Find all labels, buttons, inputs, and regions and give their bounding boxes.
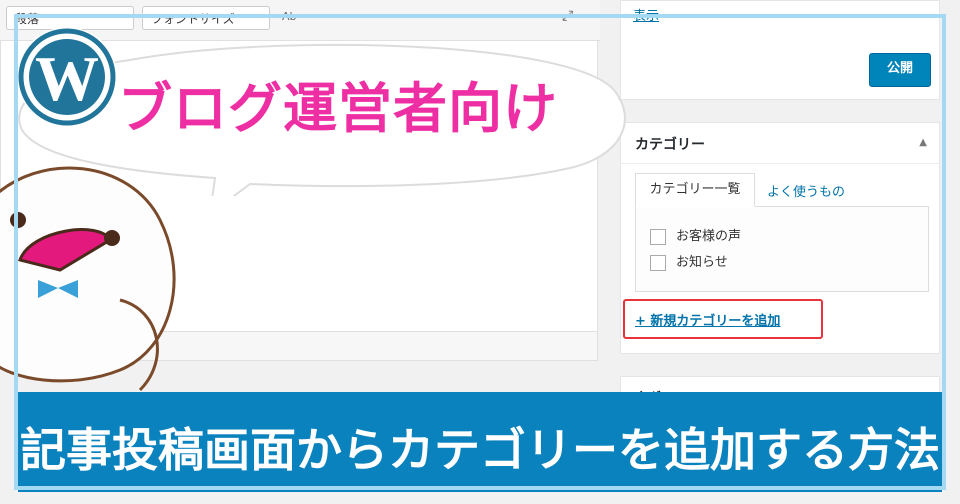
add-category-highlight: + 新規カテゴリーを追加 bbox=[623, 299, 823, 339]
categories-header[interactable]: カテゴリー ▲ bbox=[621, 123, 939, 164]
wordpress-logo-icon: W bbox=[17, 27, 117, 127]
title-banner: 記事投稿画面からカテゴリーを追加する方法 bbox=[18, 392, 942, 492]
category-item[interactable]: お知らせ bbox=[650, 253, 728, 273]
banner-title: 記事投稿画面からカテゴリーを追加する方法 bbox=[20, 423, 940, 477]
category-label: お知らせ bbox=[676, 255, 728, 270]
mascot-illustration bbox=[0, 166, 176, 392]
category-label: お客様の声 bbox=[676, 229, 742, 244]
fullscreen-icon[interactable]: ⤢ bbox=[562, 8, 573, 24]
publish-button[interactable]: 公開 bbox=[869, 53, 931, 87]
toolbar-extra-text[interactable]: Ab bbox=[282, 10, 297, 23]
categories-box: カテゴリー ▲ カテゴリー一覧 よく使うもの お客様の声 お知らせ + 新規カテ… bbox=[620, 122, 940, 354]
tab-all-categories[interactable]: カテゴリー一覧 bbox=[635, 173, 755, 207]
font-size-select[interactable]: フォントサイズ bbox=[142, 6, 270, 30]
tab-most-used[interactable]: よく使うもの bbox=[767, 181, 845, 200]
svg-text:W: W bbox=[35, 43, 99, 114]
add-new-category-link[interactable]: + 新規カテゴリーを追加 bbox=[635, 310, 780, 329]
bubble-text: ブログ運営者向け bbox=[118, 77, 558, 140]
preview-link[interactable]: 表示 bbox=[633, 5, 659, 24]
categories-title: カテゴリー bbox=[635, 137, 705, 153]
category-checkbox[interactable] bbox=[650, 254, 666, 271]
category-item[interactable]: お客様の声 bbox=[650, 227, 741, 247]
category-checklist: お客様の声 お知らせ bbox=[635, 206, 929, 292]
collapse-toggle-icon[interactable]: ▲ bbox=[919, 137, 927, 148]
publish-box: 表示 公開 bbox=[620, 0, 940, 100]
category-checkbox[interactable] bbox=[650, 228, 666, 245]
